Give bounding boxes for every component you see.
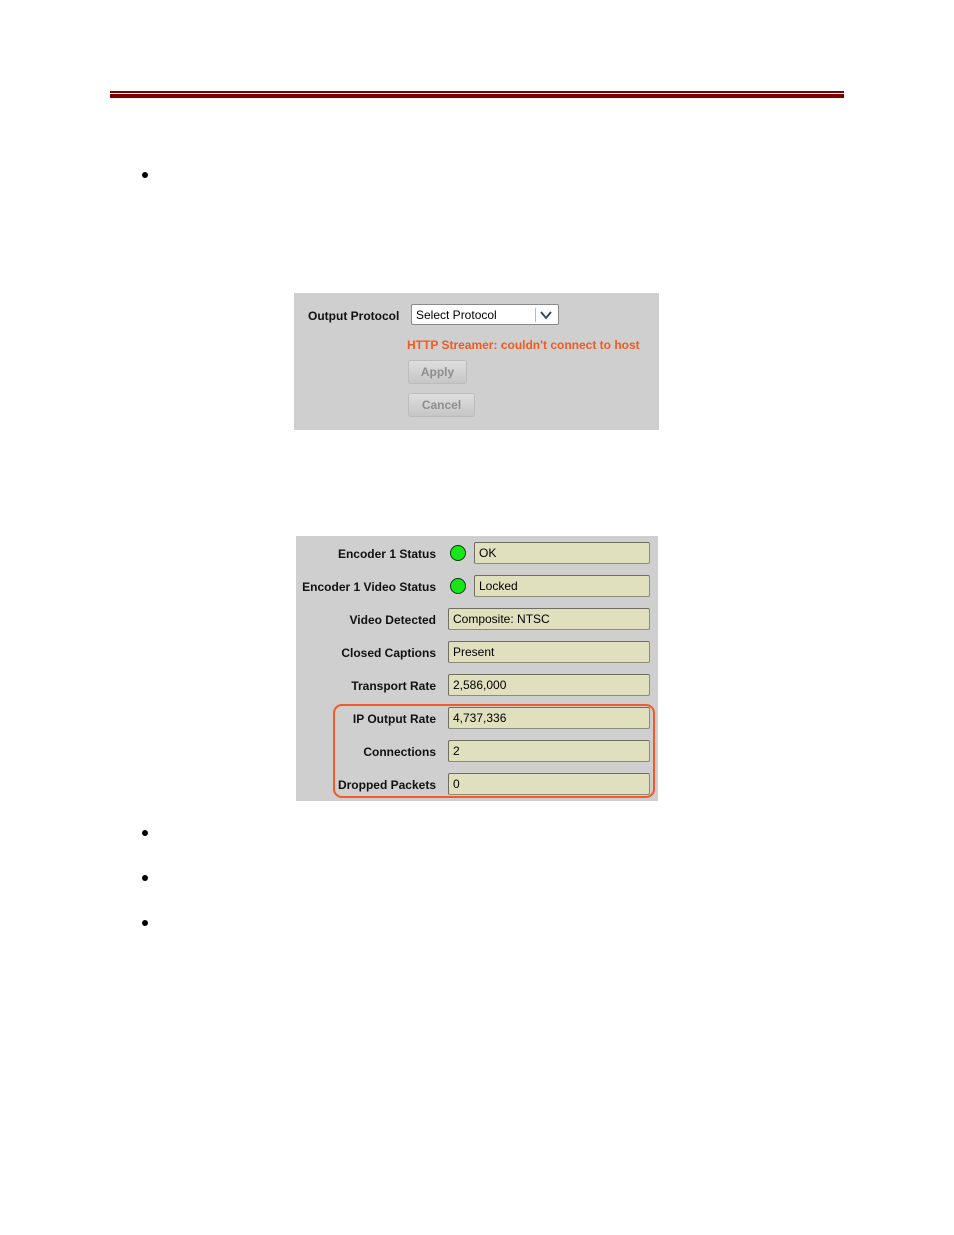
- output-protocol-panel: Output Protocol Select Protocol HTTP Str…: [294, 293, 659, 430]
- error-message: HTTP Streamer: couldn't connect to host: [407, 338, 640, 352]
- bullet-point: [142, 172, 148, 178]
- encoder-status-panel: Encoder 1 Status OK Encoder 1 Video Stat…: [296, 536, 658, 801]
- closed-captions-label: Closed Captions: [341, 646, 436, 660]
- status-led-icon: [450, 545, 466, 561]
- cancel-button[interactable]: Cancel: [408, 393, 475, 417]
- transport-rate-field: 2,586,000: [448, 674, 650, 696]
- select-divider: [535, 308, 536, 322]
- video-detected-field: Composite: NTSC: [448, 608, 650, 630]
- select-value: Select Protocol: [416, 308, 497, 322]
- bullet-point: [142, 830, 148, 836]
- transport-rate-label: Transport Rate: [351, 679, 436, 693]
- apply-button[interactable]: Apply: [408, 360, 467, 384]
- output-protocol-label: Output Protocol: [308, 309, 400, 323]
- closed-captions-field: Present: [448, 641, 650, 663]
- header-rule-thick: [110, 94, 844, 98]
- encoder-status-field: OK: [474, 542, 650, 564]
- encoder-video-status-field: Locked: [474, 575, 650, 597]
- highlight-box: [333, 704, 655, 798]
- video-detected-label: Video Detected: [349, 613, 436, 627]
- output-protocol-select[interactable]: Select Protocol: [411, 304, 559, 325]
- encoder-status-label: Encoder 1 Status: [337, 547, 436, 561]
- status-led-icon: [450, 578, 466, 594]
- encoder-video-status-label: Encoder 1 Video Status: [302, 580, 436, 594]
- header-rule-thin: [110, 91, 844, 93]
- chevron-down-icon[interactable]: [539, 308, 553, 322]
- bullet-point: [142, 875, 148, 881]
- bullet-point: [142, 920, 148, 926]
